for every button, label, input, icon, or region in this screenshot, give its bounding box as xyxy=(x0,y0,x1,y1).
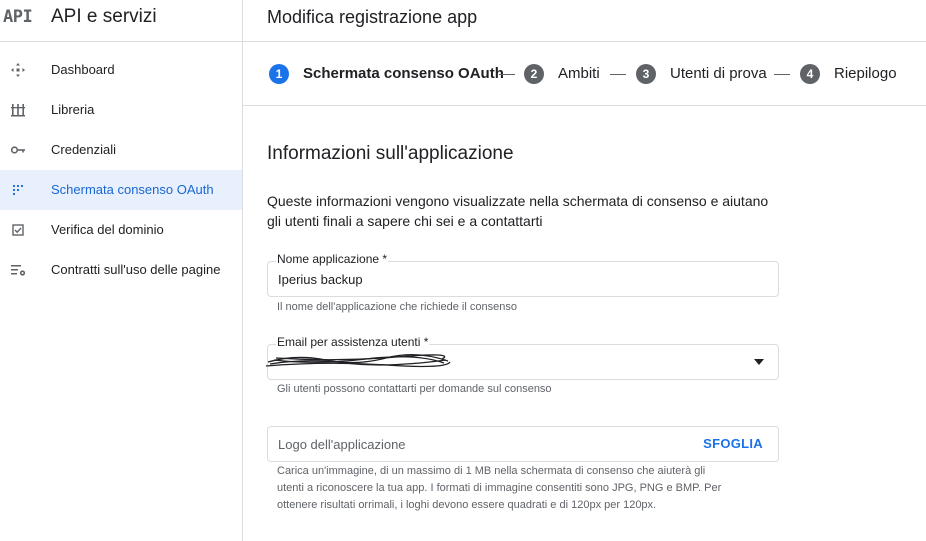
page-usage-settings-icon xyxy=(11,265,26,276)
app-title: API e servizi xyxy=(51,6,157,27)
step-4-label[interactable]: Riepilogo xyxy=(834,65,897,82)
section-title: Informazioni sull'applicazione xyxy=(267,143,514,164)
sidebar-header: API API e servizi xyxy=(0,0,242,42)
app-name-value: Iperius backup xyxy=(278,272,363,287)
step-4-number[interactable]: 4 xyxy=(800,64,820,84)
divider xyxy=(243,105,926,106)
sidebar-item-label: Verifica del dominio xyxy=(51,222,164,237)
logo-hint-line: utenti a riconoscere la tua app. I forma… xyxy=(277,482,722,494)
dropdown-arrow-icon[interactable] xyxy=(753,358,765,366)
support-email-hint: Gli utenti possono contattarti per doman… xyxy=(277,383,552,395)
api-logo: API xyxy=(3,7,33,27)
sidebar-item-credentials[interactable]: Credenziali xyxy=(0,130,242,170)
dashboard-icon xyxy=(11,63,25,77)
step-1-number[interactable]: 1 xyxy=(269,64,289,84)
app-name-label: Nome applicazione * xyxy=(276,252,389,266)
logo-hint-line: ottenere risultati orrimali, i loghi dev… xyxy=(277,499,657,511)
support-email-select[interactable] xyxy=(266,344,779,380)
domain-verification-icon xyxy=(12,224,24,236)
logo-placeholder: Logo dell'applicazione xyxy=(278,437,406,452)
sidebar-item-oauth-consent[interactable]: Schermata consenso OAuth xyxy=(0,170,242,210)
oauth-consent-icon xyxy=(12,184,24,196)
step-1-label[interactable]: Schermata consenso OAuth xyxy=(303,65,504,82)
step-3-label[interactable]: Utenti di prova xyxy=(670,65,767,82)
section-description: Queste informazioni vengono visualizzate… xyxy=(267,193,769,229)
sidebar-item-label: Schermata consenso OAuth xyxy=(51,182,214,197)
page-title: Modifica registrazione app xyxy=(267,7,478,27)
step-connector xyxy=(610,74,626,75)
sidebar-item-label: Libreria xyxy=(51,102,95,117)
redaction-scribble xyxy=(266,354,451,368)
step-2-number[interactable]: 2 xyxy=(524,64,544,84)
sidebar-item-label: Dashboard xyxy=(51,62,115,77)
logo-upload-field[interactable]: Logo dell'applicazione SFOGLIA xyxy=(267,426,779,462)
sidebar-item-dashboard[interactable]: Dashboard xyxy=(0,50,242,90)
app-name-field[interactable]: Iperius backup xyxy=(267,261,779,297)
sidebar-item-label: Contratti sull'uso delle pagine xyxy=(51,262,221,277)
sidebar-item-page-usage[interactable]: Contratti sull'uso delle pagine xyxy=(0,250,242,290)
key-icon xyxy=(10,146,25,154)
browse-button[interactable]: SFOGLIA xyxy=(703,436,763,451)
sidebar-item-label: Credenziali xyxy=(51,142,117,157)
sidebar: API API e servizi Dashboard Libreria Cre… xyxy=(0,0,243,541)
logo-hint: Carica un'immagine, di un massimo di 1 M… xyxy=(277,463,777,514)
sidebar-item-library[interactable]: Libreria xyxy=(0,90,242,130)
logo-hint-line: Carica un'immagine, di un massimo di 1 M… xyxy=(277,465,706,477)
app-name-hint: Il nome dell'applicazione che richiede i… xyxy=(277,301,517,313)
library-icon xyxy=(11,104,25,117)
divider xyxy=(243,41,926,42)
step-3-number[interactable]: 3 xyxy=(636,64,656,84)
step-connector xyxy=(774,74,790,75)
support-email-label: Email per assistenza utenti * xyxy=(276,335,430,349)
sidebar-item-domain-verification[interactable]: Verifica del dominio xyxy=(0,210,242,250)
step-connector xyxy=(499,74,515,75)
step-2-label[interactable]: Ambiti xyxy=(558,65,600,82)
